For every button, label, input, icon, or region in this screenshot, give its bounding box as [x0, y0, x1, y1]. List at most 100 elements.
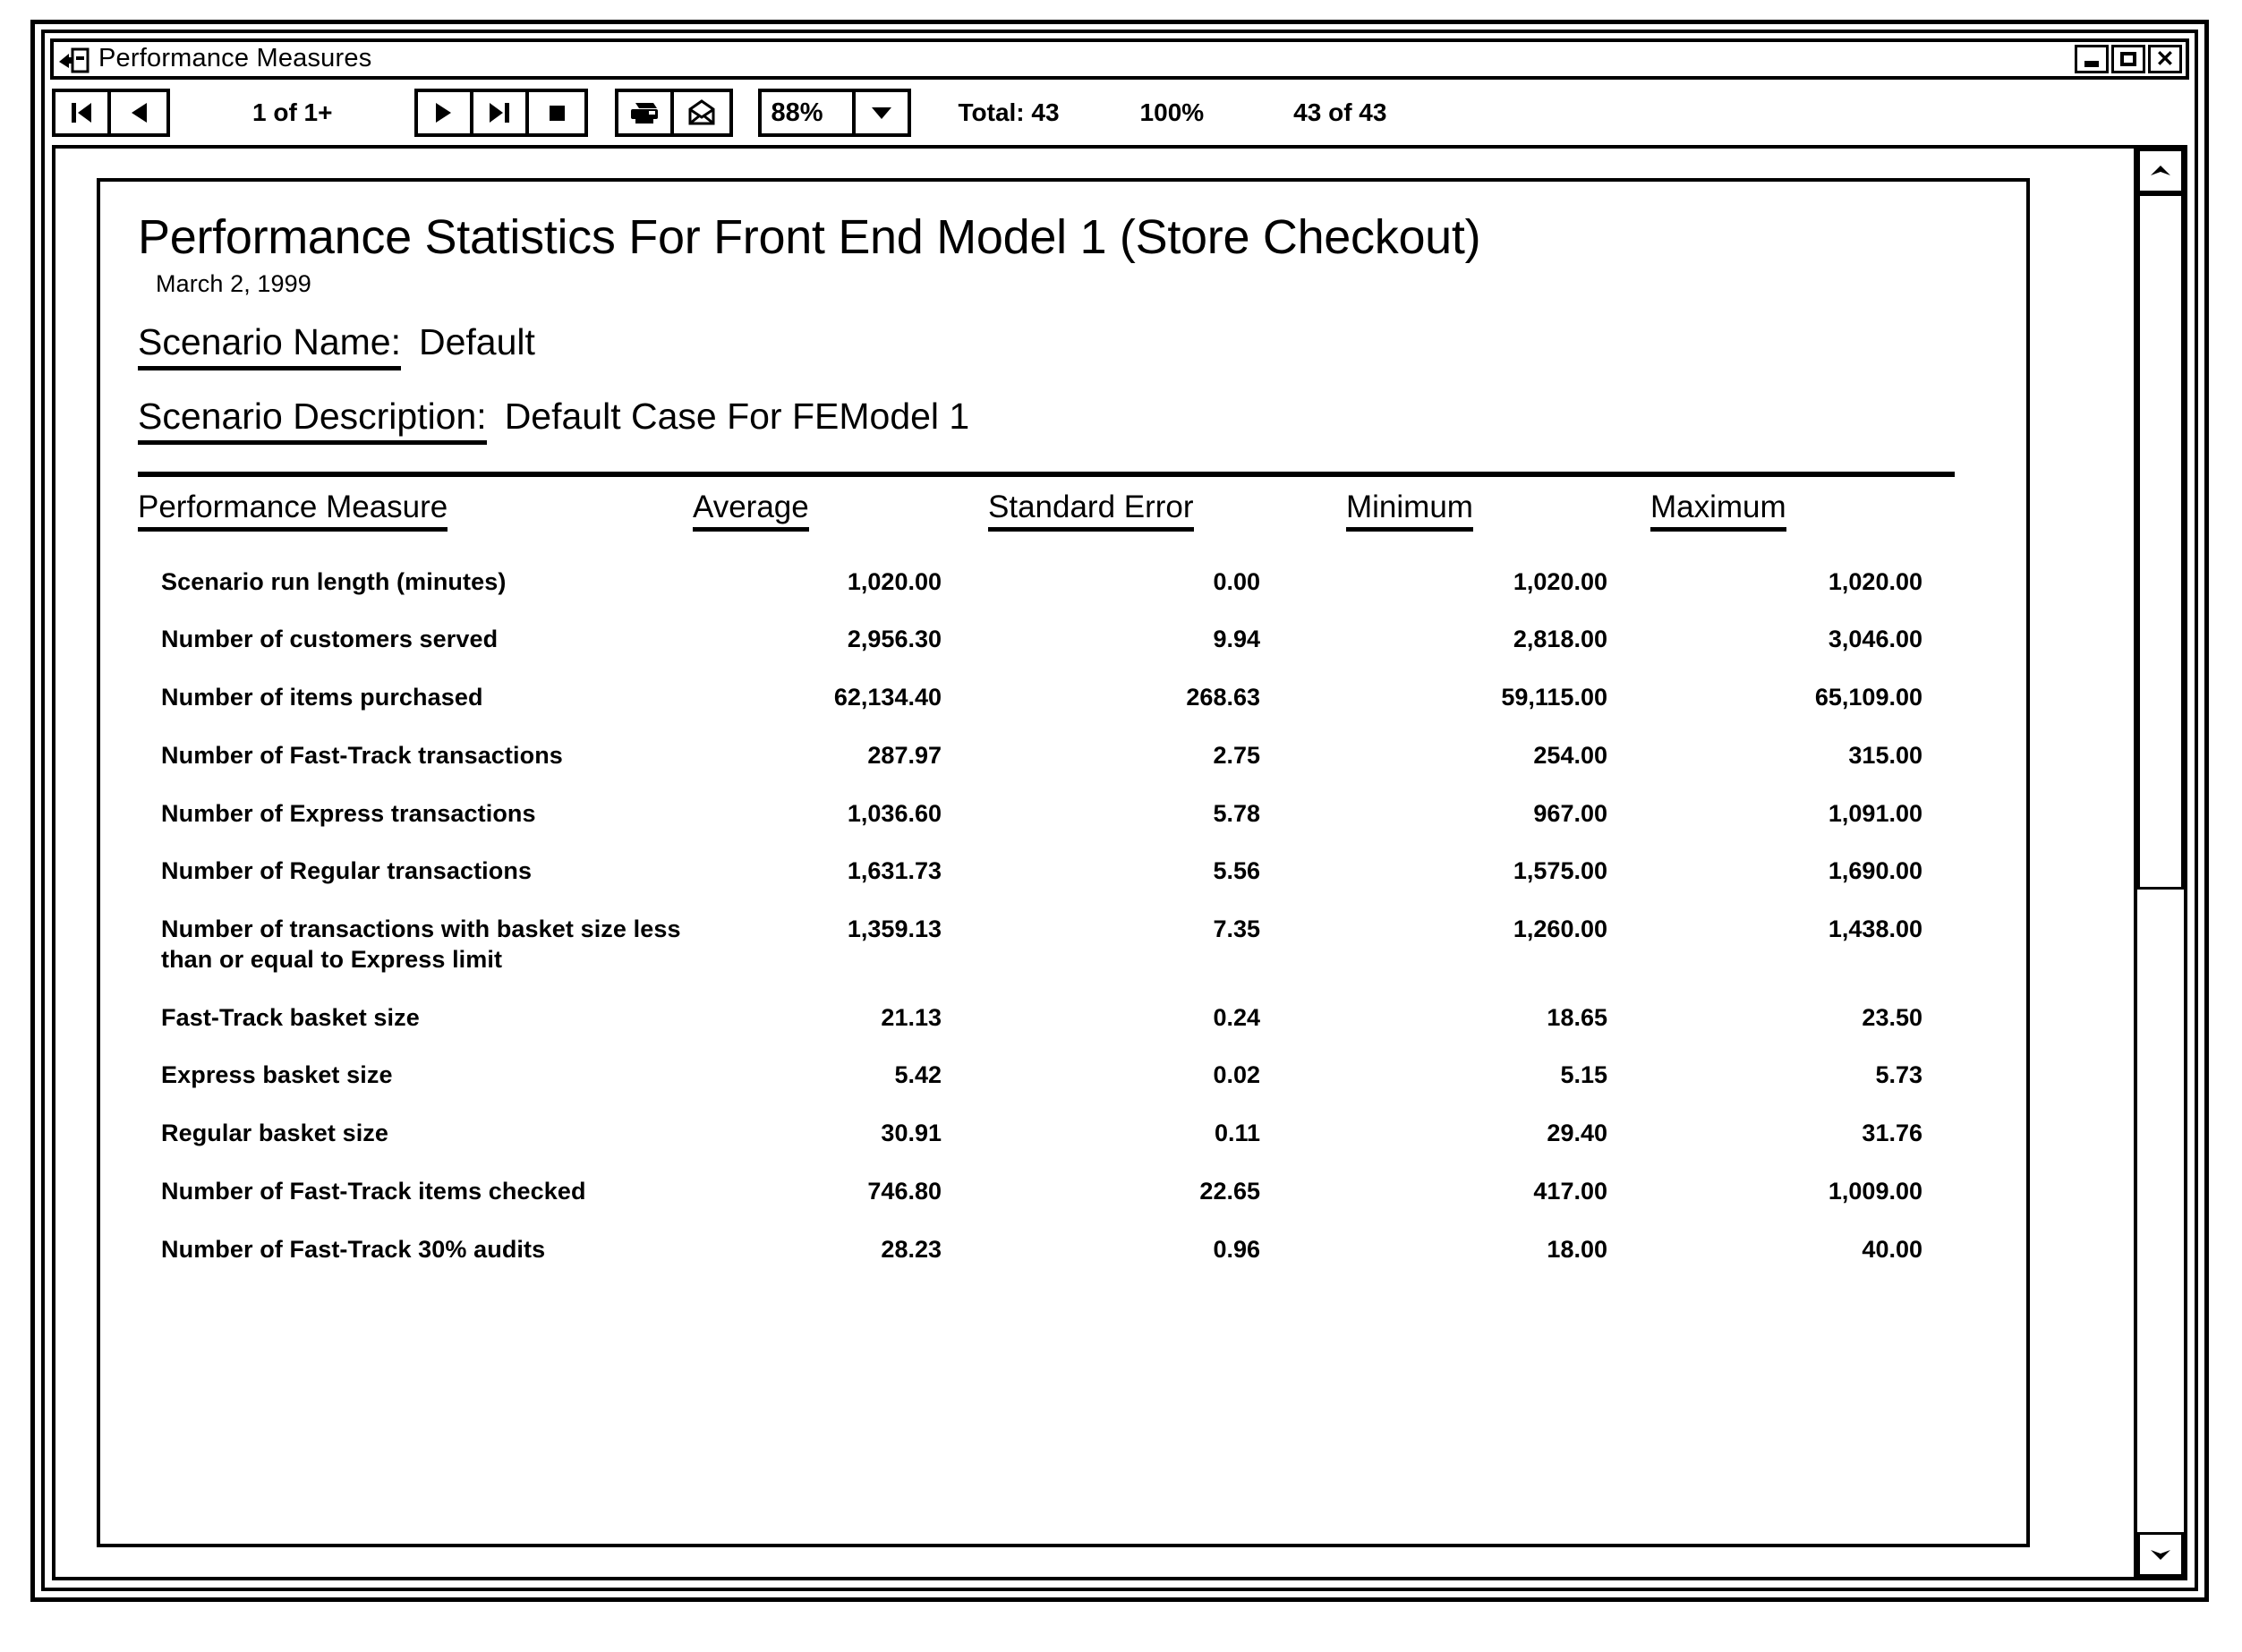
cell-standard-error: 5.78	[1213, 799, 1260, 827]
scrollbar-track[interactable]	[2137, 193, 2184, 1532]
title-bar: Performance Measures ✕	[50, 38, 2189, 80]
scenario-description-label: Scenario Description:	[138, 396, 487, 445]
page-indicator: 1 of 1+	[252, 98, 333, 126]
close-icon: ✕	[2155, 46, 2175, 72]
report-toolbar: 1 of 1+ 88% Total: 43 100% 43 of 43	[52, 85, 2187, 141]
scrollbar-thumb[interactable]	[2137, 193, 2184, 890]
cell-measure: Number of transactions with basket size …	[161, 915, 681, 973]
report-viewport: Performance Statistics For Front End Mod…	[52, 145, 2187, 1580]
table-row: Number of Fast-Track transactions 287.97 2…	[138, 714, 1955, 772]
cell-minimum: 1,260.00	[1513, 915, 1607, 943]
page-title: Performance Statistics For Front End Mod…	[138, 210, 1481, 264]
cell-maximum: 1,091.00	[1828, 799, 1922, 827]
close-button[interactable]: ✕	[2148, 45, 2182, 73]
cell-measure: Number of customers served	[161, 626, 499, 653]
cell-measure: Number of Fast-Track 30% audits	[161, 1235, 546, 1263]
cell-measure: Number of Express transactions	[161, 799, 536, 827]
scroll-down-button[interactable]	[2137, 1532, 2184, 1577]
column-header-average: Average	[693, 484, 988, 541]
cell-average: 1,036.60	[847, 799, 942, 827]
total-count-label: Total: 43	[958, 98, 1060, 126]
table-top-rule	[138, 471, 1955, 477]
cell-maximum: 31.76	[1862, 1120, 1922, 1147]
last-page-button[interactable]	[473, 92, 530, 133]
cell-minimum: 5.15	[1560, 1061, 1607, 1089]
cell-average: 30.91	[881, 1120, 942, 1147]
scroll-up-button[interactable]	[2137, 149, 2184, 193]
cell-maximum: 1,009.00	[1828, 1177, 1922, 1205]
cell-average: 28.23	[881, 1235, 942, 1263]
table-row: Express basket size 5.42 0.02 5.15 5.73	[138, 1034, 1955, 1092]
output-group	[615, 89, 734, 137]
print-icon	[631, 103, 659, 123]
report-scroll-area[interactable]: Performance Statistics For Front End Mod…	[55, 149, 2134, 1577]
cell-standard-error: 7.35	[1213, 915, 1260, 943]
chevron-up-icon	[2151, 166, 2170, 175]
cell-measure: Regular basket size	[161, 1120, 389, 1147]
minimize-icon	[2077, 47, 2106, 71]
cell-measure: Number of Fast-Track transactions	[161, 741, 563, 769]
cell-minimum: 1,020.00	[1513, 567, 1607, 595]
cell-measure: Express basket size	[161, 1061, 393, 1089]
chevron-down-icon[interactable]	[856, 92, 908, 133]
table-header-row: Performance Measure Average Standard Err…	[138, 484, 1955, 541]
table-row: Scenario run length (minutes) 1,020.00 0.0…	[138, 541, 1955, 599]
mail-icon	[688, 99, 715, 125]
maximize-icon	[2114, 47, 2143, 71]
cell-measure: Scenario run length (minutes)	[161, 567, 507, 595]
cell-standard-error: 0.02	[1213, 1061, 1260, 1089]
report-page: Performance Statistics For Front End Mod…	[97, 178, 2030, 1547]
previous-page-button[interactable]	[111, 92, 166, 133]
column-header-standard-error: Standard Error	[988, 484, 1346, 541]
first-page-button[interactable]	[55, 92, 111, 133]
nav-back-group	[52, 89, 170, 137]
cell-standard-error: 0.00	[1213, 567, 1260, 595]
scenario-description-value: Default Case For FEModel 1	[504, 395, 970, 437]
scenario-name-label: Scenario Name:	[138, 321, 401, 370]
mail-button[interactable]	[674, 92, 730, 133]
table-row: Number of items purchased 62,134.40 268.63…	[138, 656, 1955, 714]
column-header-minimum: Minimum	[1346, 484, 1650, 541]
cell-minimum: 18.00	[1547, 1235, 1607, 1263]
cell-maximum: 1,690.00	[1828, 857, 1922, 885]
column-header-maximum: Maximum	[1650, 484, 1955, 541]
last-page-icon	[490, 103, 510, 123]
cell-minimum: 2,818.00	[1513, 626, 1607, 653]
cell-minimum: 967.00	[1533, 799, 1607, 827]
cell-average: 287.97	[867, 741, 942, 769]
cell-maximum: 3,046.00	[1828, 626, 1922, 653]
cell-minimum: 18.65	[1547, 1003, 1607, 1031]
cell-standard-error: 268.63	[1186, 684, 1260, 711]
cell-average: 21.13	[881, 1003, 942, 1031]
vertical-scrollbar[interactable]	[2134, 149, 2184, 1577]
cell-standard-error: 2.75	[1213, 741, 1260, 769]
cell-maximum: 315.00	[1848, 741, 1922, 769]
cell-standard-error: 5.56	[1213, 857, 1260, 885]
scenario-name-value: Default	[418, 320, 535, 362]
zoom-value: 88%	[762, 92, 857, 133]
cell-measure: Number of Regular transactions	[161, 857, 533, 885]
cell-minimum: 59,115.00	[1501, 684, 1607, 711]
next-page-icon	[436, 103, 452, 123]
report-date: March 2, 1999	[156, 269, 311, 297]
application-window: Performance Measures ✕ 1 of 1+ 88% Total…	[41, 30, 2198, 1591]
zoom-select[interactable]: 88%	[758, 89, 912, 137]
cell-standard-error: 9.94	[1213, 626, 1260, 653]
cell-minimum: 417.00	[1533, 1177, 1607, 1205]
cell-measure: Number of items purchased	[161, 684, 483, 711]
scenario-description-row: Scenario Description: Default Case For F…	[138, 396, 1991, 445]
cell-standard-error: 0.24	[1213, 1003, 1260, 1031]
column-header-measure: Performance Measure	[138, 484, 693, 541]
scenario-name-row: Scenario Name: Default	[138, 321, 1991, 370]
cell-measure: Number of Fast-Track items checked	[161, 1177, 586, 1205]
maximize-button[interactable]	[2111, 45, 2145, 73]
stop-button[interactable]	[529, 92, 585, 133]
table-row: Fast-Track basket size 21.13 0.24 18.65 23.5…	[138, 976, 1955, 1035]
cell-maximum: 65,109.00	[1814, 684, 1922, 711]
print-button[interactable]	[618, 92, 675, 133]
next-page-button[interactable]	[418, 92, 474, 133]
cell-maximum: 1,020.00	[1828, 567, 1922, 595]
cell-maximum: 1,438.00	[1828, 915, 1922, 943]
minimize-button[interactable]	[2075, 45, 2109, 73]
table-row: Number of Fast-Track 30% audits 28.23 0.96…	[138, 1208, 1955, 1266]
